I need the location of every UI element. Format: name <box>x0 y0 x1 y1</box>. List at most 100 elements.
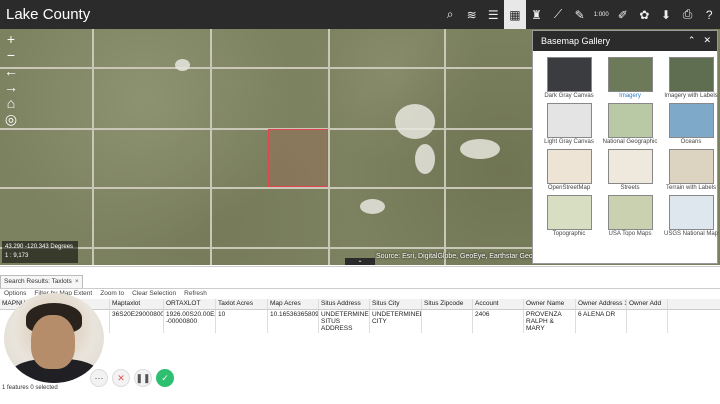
table-cell: 36S20E29000800 <box>110 310 164 333</box>
cancel-button[interactable]: ✕ <box>112 369 130 387</box>
basemap-label: Dark Gray Canvas <box>544 93 594 99</box>
basemap-label: OpenStreetMap <box>547 185 591 191</box>
basemap-option[interactable]: USGS National Map <box>663 195 719 238</box>
table-cell: UNDETERMINED CITY <box>370 310 422 333</box>
tab-label: Search Results: Taxlots <box>4 278 72 285</box>
download-icon[interactable]: ⬇ <box>655 0 677 29</box>
pause-button[interactable]: ❚❚ <box>134 369 152 387</box>
draw-icon[interactable]: ✎ <box>569 0 591 29</box>
column-header[interactable]: Maptaxlot <box>110 299 164 309</box>
basemap-label: Terrain with Labels <box>665 185 717 191</box>
table-cell: 6 ALENA DR <box>576 310 627 333</box>
column-header[interactable]: Situs Address <box>319 299 370 309</box>
basemap-option[interactable]: Light Gray Canvas <box>541 103 597 146</box>
basemap-thumbnail <box>668 57 714 92</box>
table-cell: UNDETERMINED SITUS ADDRESS <box>321 310 370 333</box>
basemap-thumbnail <box>546 103 592 138</box>
help-icon[interactable]: ? <box>698 0 720 29</box>
zoom-in-button[interactable]: + <box>2 31 20 47</box>
column-header[interactable]: ORTAXLOT <box>164 299 216 309</box>
legend-list-icon[interactable]: ☰ <box>482 0 504 29</box>
zoom-controls: + − ← → ⌂ ◎ <box>2 31 20 127</box>
basemap-label: USGS National Map <box>663 231 719 237</box>
table-cell: 10.16536365809785 <box>268 310 319 333</box>
zoom-out-button[interactable]: − <box>2 47 20 63</box>
basemap-option[interactable]: Imagery <box>602 57 658 100</box>
app-title: Lake County <box>6 6 91 23</box>
basemap-label: National Geographic <box>602 139 658 145</box>
coordinates-text: 43.290 -120.343 Degrees <box>5 244 74 250</box>
selected-parcel[interactable] <box>268 129 328 187</box>
more-icon[interactable]: ⋯ <box>90 369 108 387</box>
basemap-option[interactable]: Dark Gray Canvas <box>541 57 597 100</box>
options-button[interactable]: Options <box>4 290 26 298</box>
confirm-button[interactable]: ✓ <box>156 369 174 387</box>
print-icon[interactable]: ⎙ <box>677 0 699 29</box>
basemap-gallery-header: Basemap Gallery ⌃ ✕ <box>533 31 717 51</box>
search-icon[interactable]: ⌕ <box>439 0 461 29</box>
forward-arrow-icon[interactable]: → <box>2 79 20 95</box>
basemap-option[interactable]: National Geographic <box>602 103 658 146</box>
pencil-icon[interactable]: ✐ <box>612 0 634 29</box>
results-toolbar: OptionsFilter by Map ExtentZoom toClear … <box>0 288 720 299</box>
basemap-option[interactable]: Imagery with Labels <box>663 57 719 100</box>
basemap-option[interactable]: OpenStreetMap <box>541 149 597 192</box>
basemap-thumbnail <box>546 195 592 230</box>
table-cell: 2406 <box>473 310 524 333</box>
basemap-option[interactable]: USA Topo Maps <box>602 195 658 238</box>
table-cell: 10 <box>216 310 268 333</box>
basemap-thumbnail <box>546 149 592 184</box>
scale-icon[interactable]: 1:000 <box>590 0 612 29</box>
measure-icon[interactable]: ⟋ <box>547 0 569 29</box>
basemap-option[interactable]: Oceans <box>663 103 719 146</box>
basemap-thumbnail <box>607 57 653 92</box>
palette-icon[interactable]: ✿ <box>634 0 656 29</box>
basemap-thumbnail <box>607 103 653 138</box>
person-icon[interactable]: ♜ <box>526 0 548 29</box>
table-cell <box>627 310 668 333</box>
recording-controls: ⋯ ✕ ❚❚ ✓ <box>90 369 174 387</box>
basemap-thumbnail <box>668 103 714 138</box>
table-cell: 1926.00S20.00E29 -00000800 <box>164 310 216 333</box>
column-header[interactable]: Owner Address 1 <box>576 299 627 309</box>
close-icon[interactable]: ✕ <box>703 35 711 46</box>
table-row[interactable]: 80036S20E290008001926.00S20.00E29 -00000… <box>0 310 720 333</box>
basemap-gallery-icon[interactable]: ▦ <box>504 0 526 29</box>
refresh-button[interactable]: Refresh <box>184 290 207 298</box>
basemap-option[interactable]: Topographic <box>541 195 597 238</box>
basemap-thumbnail <box>607 149 653 184</box>
column-header[interactable]: Situs Zipcode <box>422 299 473 309</box>
basemap-thumbnail <box>607 195 653 230</box>
home-icon[interactable]: ⌂ <box>2 95 20 111</box>
basemap-gallery-title: Basemap Gallery <box>541 36 611 46</box>
basemap-label: USA Topo Maps <box>608 231 652 237</box>
basemap-label: Imagery with Labels <box>664 93 718 99</box>
column-header[interactable]: Taxlot Acres <box>216 299 268 309</box>
column-header[interactable]: Situs City <box>370 299 422 309</box>
basemap-thumbnail <box>668 195 714 230</box>
column-header[interactable]: Owner Add <box>627 299 668 309</box>
layers-icon[interactable]: ≋ <box>461 0 483 29</box>
basemap-thumbnail <box>546 57 592 92</box>
close-icon[interactable]: × <box>75 278 79 285</box>
zoom-to-button[interactable]: Zoom to <box>100 290 124 298</box>
clear-selection-button[interactable]: Clear Selection <box>132 290 176 298</box>
back-arrow-icon[interactable]: ← <box>2 63 20 79</box>
collapse-panel-tab[interactable]: ⌄ <box>345 258 375 265</box>
basemap-label: Topographic <box>552 231 586 237</box>
table-cell <box>422 310 473 333</box>
basemap-label: Oceans <box>680 139 702 145</box>
results-table: MAPNUMTaxlotMaptaxlotORTAXLOTTaxlot Acre… <box>0 299 720 333</box>
collapse-icon[interactable]: ⌃ <box>688 35 696 46</box>
column-header[interactable]: Owner Name <box>524 299 576 309</box>
basemap-option[interactable]: Terrain with Labels <box>663 149 719 192</box>
locate-icon[interactable]: ◎ <box>2 111 20 127</box>
basemap-option[interactable]: Streets <box>602 149 658 192</box>
tab-search-results[interactable]: Search Results: Taxlots × <box>0 275 83 288</box>
results-footer: 1 features 0 selected <box>2 385 58 391</box>
coordinate-readout: 43.290 -120.343 Degrees 1 : 9,173 <box>2 241 78 263</box>
column-header[interactable]: Map Acres <box>268 299 319 309</box>
table-cell: PROVENZA RALPH & MARY <box>524 310 576 333</box>
column-header[interactable]: Account <box>473 299 524 309</box>
webcam-overlay <box>4 293 104 383</box>
